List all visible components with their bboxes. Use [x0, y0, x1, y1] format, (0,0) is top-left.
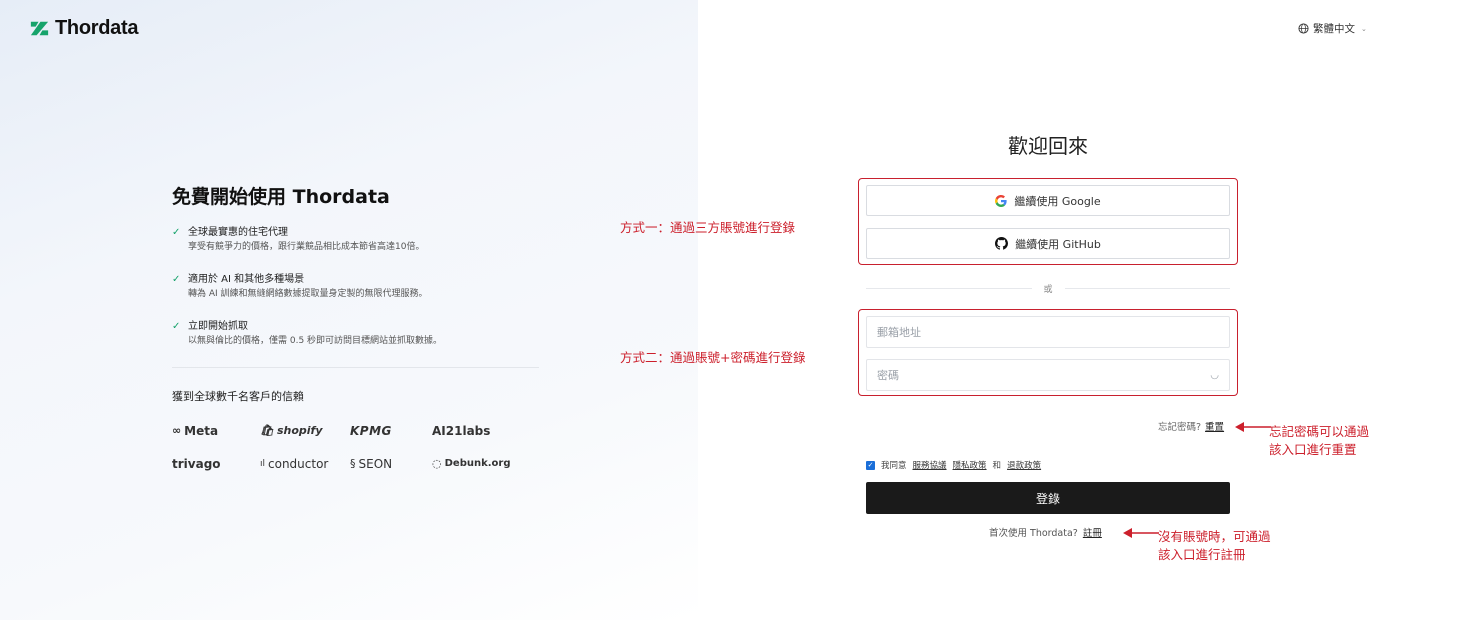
eye-closed-icon[interactable]: ◡ — [1210, 370, 1219, 381]
customer-logo-meta: ∞ Meta — [172, 423, 219, 438]
feature-desc: 以無與倫比的價格，僅需 0.5 秒即可訪問目標網站並抓取數據。 — [188, 336, 443, 346]
customer-logos: ∞ Meta 🛍 shopify KPMG AI21labs trivago ıl c… — [172, 423, 542, 471]
annotation-arrow-icon — [1235, 422, 1271, 432]
annotation-arrow-icon — [1123, 528, 1159, 538]
email-field[interactable] — [877, 325, 1219, 339]
google-login-label: 繼續使用 Google — [1014, 194, 1101, 208]
terms-checkbox[interactable]: ✓ — [866, 460, 875, 470]
debunk-icon: ◌ — [432, 457, 442, 470]
feature-title: 適用於 AI 和其他多種場景 — [188, 274, 305, 285]
password-field-wrapper: ◡ — [866, 359, 1230, 391]
login-title: 歡迎回來 — [1008, 134, 1088, 158]
promo-section: 免費開始使用 Thordata ✓ 全球最實惠的住宅代理 享受有競爭力的價格，跟… — [172, 182, 542, 471]
customer-logo-seon: § SEON — [350, 456, 393, 471]
language-label: 繁體中文 — [1313, 23, 1355, 35]
customer-logo-shopify: 🛍 shopify — [260, 424, 323, 437]
github-login-label: 繼續使用 GitHub — [1015, 237, 1101, 251]
trust-title: 獲到全球數千名客戶的信賴 — [172, 390, 304, 403]
check-icon: ✓ — [172, 321, 181, 332]
check-icon: ✓ — [172, 274, 181, 285]
feature-title: 立即開始抓取 — [188, 321, 248, 332]
email-field-wrapper — [866, 316, 1230, 348]
agree-prefix: 我同意 — [881, 461, 907, 471]
terms-agreement: ✓ 我同意 服務協議 隱私政策 和 退款政策 — [866, 459, 1041, 471]
signup-prompt: 首次使用 Thordata? — [989, 528, 1078, 539]
customer-logo-trivago: trivago — [172, 456, 221, 471]
github-icon — [995, 237, 1009, 250]
language-selector[interactable]: 繁體中文 ⌄ — [1298, 21, 1367, 36]
meta-infinity-icon: ∞ — [172, 424, 182, 437]
brand-logo[interactable]: Thordata — [28, 17, 138, 40]
privacy-link[interactable]: 隱私政策 — [953, 459, 987, 471]
login-submit-button[interactable]: 登錄 — [866, 482, 1230, 514]
and-text: 和 — [992, 461, 1002, 471]
google-icon — [995, 194, 1007, 207]
forgot-password-text: 忘記密碼? — [1158, 422, 1202, 433]
terms-link[interactable]: 服務協議 — [913, 459, 947, 471]
customer-logo-kpmg: KPMG — [350, 423, 392, 438]
check-icon: ✓ — [172, 227, 181, 238]
shopify-bag-icon: 🛍 — [260, 424, 274, 437]
google-login-button[interactable]: 繼續使用 Google — [866, 185, 1230, 216]
signup-link[interactable]: 註冊 — [1083, 528, 1102, 539]
chevron-down-icon: ⌄ — [1361, 24, 1367, 33]
annotation-method-2: 方式二：通過賬號+密碼進行登錄 — [620, 350, 806, 365]
conductor-icon: ıl — [260, 458, 266, 469]
refund-link[interactable]: 退款政策 — [1007, 459, 1041, 471]
feature-item: ✓ 全球最實惠的住宅代理 享受有競爭力的價格，跟行業競品相比成本節省高達10倍。 — [172, 226, 542, 255]
feature-desc: 轉為 AI 訓練和無縫網絡數據提取量身定製的無限代理服務。 — [188, 289, 428, 299]
customer-logo-ai21labs: AI21labs — [432, 423, 491, 438]
annotation-signup: 沒有賬號時，可通過 該入口進行註冊 — [1158, 529, 1271, 562]
reset-password-link[interactable]: 重置 — [1205, 422, 1224, 433]
seon-icon: § — [350, 457, 356, 470]
feature-desc: 享受有競爭力的價格，跟行業競品相比成本節省高達10倍。 — [188, 242, 425, 252]
customer-logo-conductor: ıl conductor — [260, 456, 329, 471]
thordata-logo-icon — [30, 21, 49, 36]
customer-logo-debunk: ◌ Debunk.org — [432, 457, 511, 470]
signup-row: 首次使用 Thordata? 註冊 — [989, 525, 1102, 539]
feature-item: ✓ 立即開始抓取 以無與倫比的價格，僅需 0.5 秒即可訪問目標網站並抓取數據。 — [172, 320, 542, 349]
annotation-method-1: 方式一：通過三方賬號進行登錄 — [620, 220, 796, 235]
feature-item: ✓ 適用於 AI 和其他多種場景 轉為 AI 訓練和無縫網絡數據提取量身定製的無… — [172, 273, 542, 302]
annotation-reset: 忘記密碼可以通過 該入口進行重置 — [1269, 424, 1370, 457]
forgot-password-row: 忘記密碼? 重置 — [1158, 419, 1224, 433]
or-label: 或 — [1043, 285, 1053, 295]
github-login-button[interactable]: 繼續使用 GitHub — [866, 228, 1230, 259]
password-field[interactable] — [877, 368, 1211, 382]
promo-divider — [172, 367, 539, 368]
globe-icon — [1298, 23, 1309, 34]
brand-name: Thordata — [55, 17, 139, 39]
feature-title: 全球最實惠的住宅代理 — [188, 227, 288, 238]
or-divider: 或 — [866, 282, 1231, 295]
promo-title: 免費開始使用 Thordata — [172, 186, 390, 208]
